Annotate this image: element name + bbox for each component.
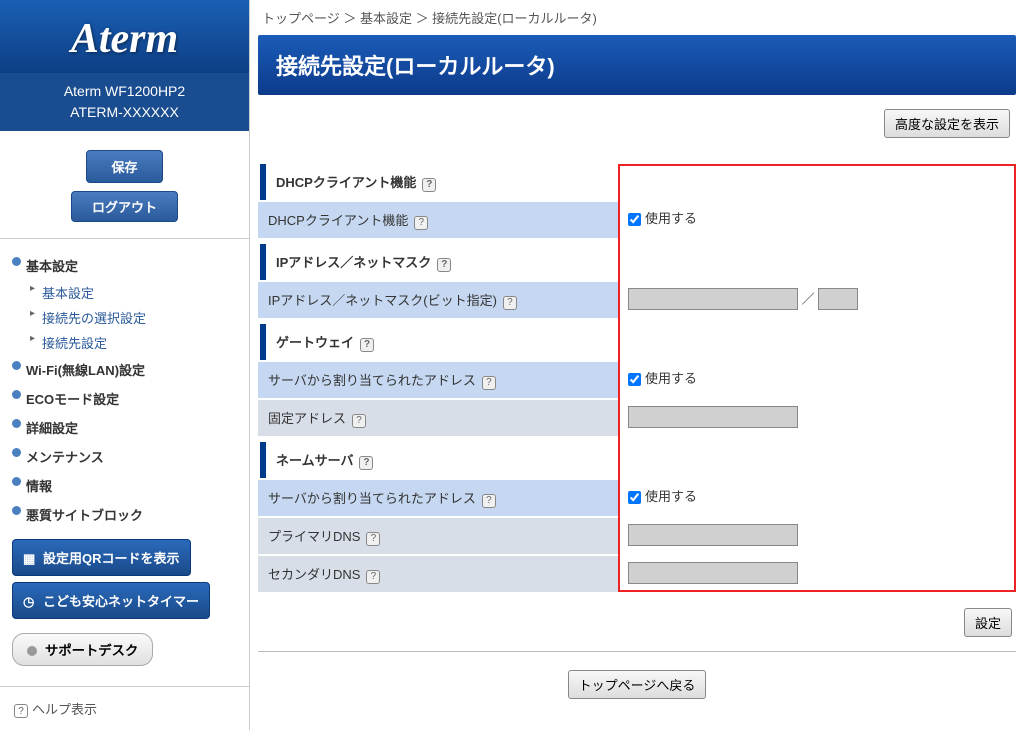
help-label: ヘルプ表示 [32, 702, 97, 717]
qr-icon: ▦ [23, 551, 39, 567]
model-id: ATERM-XXXXXX [0, 102, 249, 123]
nav-info[interactable]: 情報 [12, 471, 237, 500]
logo: Aterm [10, 15, 239, 63]
nav-siteblock[interactable]: 悪質サイトブロック [12, 500, 237, 529]
label-gw-server: サーバから割り当てられたアドレス? [258, 362, 618, 398]
qr-code-label: 設定用QRコードを表示 [43, 551, 180, 566]
support-button[interactable]: サポートデスク [12, 633, 153, 666]
support-label: サポートデスク [45, 643, 138, 658]
model-info: Aterm WF1200HP2 ATERM-XXXXXX [0, 73, 249, 131]
page-title: 接続先設定(ローカルルータ) [258, 35, 1016, 95]
help-icon[interactable]: ? [437, 258, 451, 272]
help-icon[interactable]: ? [366, 532, 380, 546]
label-ns-server: サーバから割り当てられたアドレス? [258, 480, 618, 516]
nav-basic-sub3[interactable]: 接続先設定 [30, 330, 237, 355]
breadcrumb: トップページ ＞ 基本設定 ＞ 接続先設定(ローカルルータ) [258, 0, 1016, 35]
model-name: Aterm WF1200HP2 [0, 81, 249, 102]
nav-maint[interactable]: メンテナンス [12, 442, 237, 471]
help-icon[interactable]: ? [360, 338, 374, 352]
section-ip: IPアドレス／ネットマスク? [260, 244, 1016, 280]
section-nameserver: ネームサーバ? [260, 442, 1016, 478]
help-icon: ? [14, 704, 28, 718]
dhcp-use-checkbox[interactable]: 使用する [628, 211, 697, 226]
clock-icon: ◷ [23, 594, 39, 610]
slash-separator: ／ [802, 292, 815, 307]
nav-eco[interactable]: ECOモード設定 [12, 384, 237, 413]
help-icon[interactable]: ? [482, 376, 496, 390]
gw-fixed-input[interactable] [628, 406, 798, 428]
nav-basic-sub1[interactable]: 基本設定 [30, 280, 237, 305]
section-dhcp: DHCPクライアント機能? [260, 164, 1016, 200]
gw-use-checkbox[interactable]: 使用する [628, 371, 697, 386]
help-icon[interactable]: ? [414, 216, 428, 230]
nav-detail[interactable]: 詳細設定 [12, 413, 237, 442]
help-icon[interactable]: ? [503, 296, 517, 310]
secondary-dns-input[interactable] [628, 562, 798, 584]
save-button[interactable]: 保存 [86, 150, 162, 183]
nav-wifi[interactable]: Wi-Fi(無線LAN)設定 [12, 355, 237, 384]
label-ns-primary: プライマリDNS? [258, 518, 618, 554]
label-ns-secondary: セカンダリDNS? [258, 556, 618, 592]
help-icon[interactable]: ? [482, 494, 496, 508]
kids-timer-button[interactable]: ◷ こども安心ネットタイマー [12, 582, 210, 619]
back-to-top-button[interactable]: トップページへ戻る [568, 670, 707, 699]
label-gw-fixed: 固定アドレス? [258, 400, 618, 436]
nav-basic[interactable]: 基本設定 [12, 251, 237, 280]
nav-basic-sub2[interactable]: 接続先の選択設定 [30, 305, 237, 330]
qr-code-button[interactable]: ▦ 設定用QRコードを表示 [12, 539, 191, 576]
advanced-settings-button[interactable]: 高度な設定を表示 [884, 109, 1010, 138]
help-icon[interactable]: ? [366, 570, 380, 584]
label-dhcp-func: DHCPクライアント機能? [258, 202, 618, 238]
label-ip-mask: IPアドレス／ネットマスク(ビット指定)? [258, 282, 618, 318]
section-gateway: ゲートウェイ? [260, 324, 1016, 360]
logout-button[interactable]: ログアウト [71, 191, 178, 222]
help-link[interactable]: ? ヘルプ表示 [0, 686, 249, 730]
ns-use-checkbox[interactable]: 使用する [628, 489, 697, 504]
help-icon[interactable]: ? [422, 178, 436, 192]
help-icon[interactable]: ? [359, 456, 373, 470]
kids-timer-label: こども安心ネットタイマー [43, 594, 199, 609]
netmask-input[interactable] [818, 288, 858, 310]
primary-dns-input[interactable] [628, 524, 798, 546]
help-icon[interactable]: ? [352, 414, 366, 428]
ip-address-input[interactable] [628, 288, 798, 310]
bullet-icon [27, 646, 37, 656]
apply-button[interactable]: 設定 [964, 608, 1012, 637]
